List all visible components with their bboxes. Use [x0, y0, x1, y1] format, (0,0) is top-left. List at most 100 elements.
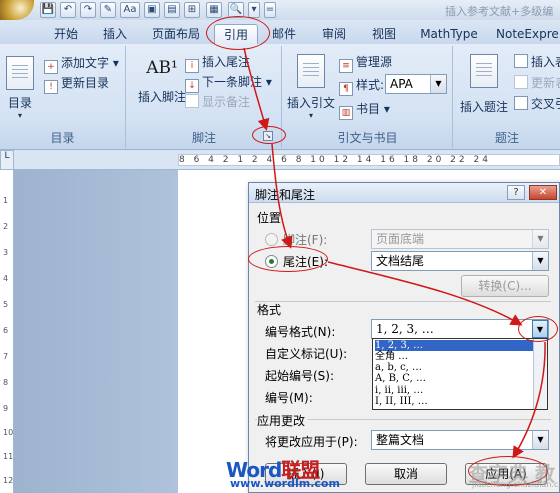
- insert-endnote-button[interactable]: i 插入尾注: [185, 53, 250, 73]
- frame-icon[interactable]: ▣: [144, 2, 160, 18]
- close-icon[interactable]: ✕: [529, 185, 557, 200]
- tab-noteexpress[interactable]: NoteExpre: [496, 24, 560, 44]
- insert-citation-button[interactable]: 插入引文 ▾: [285, 54, 337, 120]
- ruler-number: 9: [3, 404, 9, 413]
- update-toc-label: 更新目录: [61, 76, 110, 90]
- next-footnote-icon: ↓: [185, 79, 199, 93]
- site-watermark-url: jiaocheng.chazidian.com: [472, 480, 560, 489]
- tab-mailings[interactable]: 邮件: [266, 24, 302, 44]
- tab-view[interactable]: 视图: [366, 24, 402, 44]
- tab-review[interactable]: 审阅: [316, 24, 352, 44]
- tab-selector[interactable]: L: [0, 150, 14, 170]
- apply-section-label: 应用更改: [257, 412, 309, 429]
- manage-sources-button[interactable]: ≡ 管理源: [339, 53, 392, 73]
- cross-reference-label: 交叉引: [531, 97, 560, 111]
- tab-page-layout[interactable]: 页面布局: [146, 24, 206, 44]
- number-format-value: 1, 2, 3, …: [376, 322, 434, 336]
- list-item[interactable]: I, II, III, …: [375, 396, 533, 407]
- tab-home[interactable]: 开始: [46, 24, 86, 44]
- position-section-label: 位置: [257, 211, 282, 225]
- style-value: APA: [390, 77, 413, 91]
- apply-to-select[interactable]: 整篇文档 ▼: [371, 430, 549, 450]
- table-icon[interactable]: ⊞: [184, 2, 200, 18]
- cancel-button[interactable]: 取消: [365, 463, 447, 485]
- tab-insert[interactable]: 插入: [98, 24, 132, 44]
- update-toc-button[interactable]: ! 更新目录: [44, 74, 109, 94]
- edit-icon[interactable]: ✎: [100, 2, 116, 18]
- number-format-label: 编号格式(N):: [265, 325, 336, 339]
- bibliography-icon: ▥: [339, 106, 353, 120]
- scrollbar[interactable]: [533, 339, 547, 409]
- manage-sources-label: 管理源: [356, 55, 393, 69]
- ruler-number: 12: [3, 476, 14, 485]
- captions-group-label: 题注: [494, 131, 519, 145]
- title-bar: 💾 ↶ ↷ ✎ Aa ▣ ▤ ⊞ ▦ 🔍 ▾ = 插入参考文献+多级编: [0, 0, 560, 20]
- list-item[interactable]: A, B, C, …: [375, 373, 533, 384]
- office-button[interactable]: [0, 0, 34, 20]
- ruler-number: 5: [3, 300, 9, 309]
- ruler-scale[interactable]: 8 6 4 2 1 2 4 6 8 10 12 14 16 18 20 22 2…: [178, 154, 560, 166]
- dialog-title: 脚注和尾注: [255, 188, 316, 202]
- insert-caption-label: 插入题注: [459, 100, 508, 114]
- toc-label: 目录: [7, 96, 32, 110]
- toc-button[interactable]: 目录 ▾: [4, 56, 36, 120]
- wordlm-url: www.wordlm.com: [230, 477, 340, 490]
- insert-caption-button[interactable]: 插入题注: [458, 54, 510, 115]
- cross-reference-button[interactable]: 交叉引: [514, 95, 560, 112]
- help-icon[interactable]: ?: [507, 185, 525, 200]
- style-icon: ¶: [339, 82, 353, 96]
- ruler-number: 10: [3, 428, 14, 437]
- undo-icon[interactable]: ↶: [60, 2, 76, 18]
- insert-citation-label: 插入引文: [286, 96, 335, 110]
- customize-icon[interactable]: =: [264, 2, 276, 18]
- footnote-radio[interactable]: [265, 233, 278, 246]
- footnote-position-select[interactable]: 页面底端 ▼: [371, 229, 549, 249]
- ruler-number: 1: [3, 196, 9, 205]
- launcher-highlight-oval: [252, 126, 286, 144]
- citations-group-label: 引文与书目: [337, 131, 398, 145]
- convert-button[interactable]: 转换(C)...: [461, 275, 549, 297]
- chevron-down-icon[interactable]: ▾: [248, 2, 260, 18]
- caption-icon: [470, 54, 498, 88]
- insert-table-of-figures-label: 插入表: [531, 55, 560, 69]
- update-table-button[interactable]: 更新表: [514, 74, 560, 91]
- list-item[interactable]: 全角 …: [375, 351, 533, 362]
- list-item[interactable]: 1, 2, 3, …: [375, 340, 533, 351]
- custom-mark-label: 自定义标记(U):: [265, 347, 348, 361]
- captions-group: 插入题注 插入表 更新表 交叉引 题注: [454, 46, 560, 148]
- add-text-icon: +: [44, 60, 58, 74]
- apply-to-value: 整篇文档: [376, 433, 425, 447]
- endnote-highlight-oval: [248, 246, 328, 272]
- endnote-icon: i: [185, 59, 199, 73]
- dialog-title-bar[interactable]: 脚注和尾注 ? ✕: [249, 183, 559, 203]
- insert-table-of-figures-button[interactable]: 插入表: [514, 53, 560, 70]
- chevron-down-icon: ▼: [532, 230, 548, 248]
- list-item[interactable]: i, ii, iii, …: [375, 385, 533, 396]
- format-section-label: 格式: [257, 303, 282, 317]
- save-icon[interactable]: 💾: [40, 2, 56, 18]
- grid-icon[interactable]: ▦: [206, 2, 222, 18]
- show-notes-label: 显示备注: [202, 95, 251, 109]
- ruler-number: 2: [3, 222, 9, 231]
- font-icon[interactable]: Aa: [120, 2, 140, 18]
- redo-icon[interactable]: ↷: [80, 2, 96, 18]
- style-select[interactable]: APA ▼: [385, 74, 447, 94]
- vertical-ruler: 1 2 3 4 5 6 7 8 9 10 11 12: [0, 170, 14, 493]
- bibliography-button[interactable]: ▥ 书目 ▾: [339, 100, 390, 120]
- show-notes-button[interactable]: 显示备注: [185, 93, 250, 110]
- ruler-number: 11: [3, 452, 14, 461]
- list-item[interactable]: a, b, c, …: [375, 362, 533, 373]
- insert-footnote-button[interactable]: AB¹ 插入脚注: [133, 58, 191, 105]
- endnote-position-select[interactable]: 文档结尾 ▼: [371, 251, 549, 271]
- chevron-down-icon: ▼: [532, 431, 548, 449]
- update-table-label: 更新表: [531, 76, 560, 90]
- add-text-label: 添加文字: [61, 56, 110, 70]
- list-icon[interactable]: ▤: [164, 2, 180, 18]
- style-label: ¶ 样式:: [339, 76, 384, 96]
- citation-icon: [297, 54, 325, 88]
- tab-mathtype[interactable]: MathType: [416, 24, 482, 44]
- add-text-button[interactable]: + 添加文字 ▾: [44, 54, 119, 74]
- next-footnote-label: 下一条脚注: [202, 75, 263, 89]
- next-footnote-button[interactable]: ↓ 下一条脚注 ▾: [185, 73, 272, 93]
- bibliography-label: 书目: [356, 102, 381, 116]
